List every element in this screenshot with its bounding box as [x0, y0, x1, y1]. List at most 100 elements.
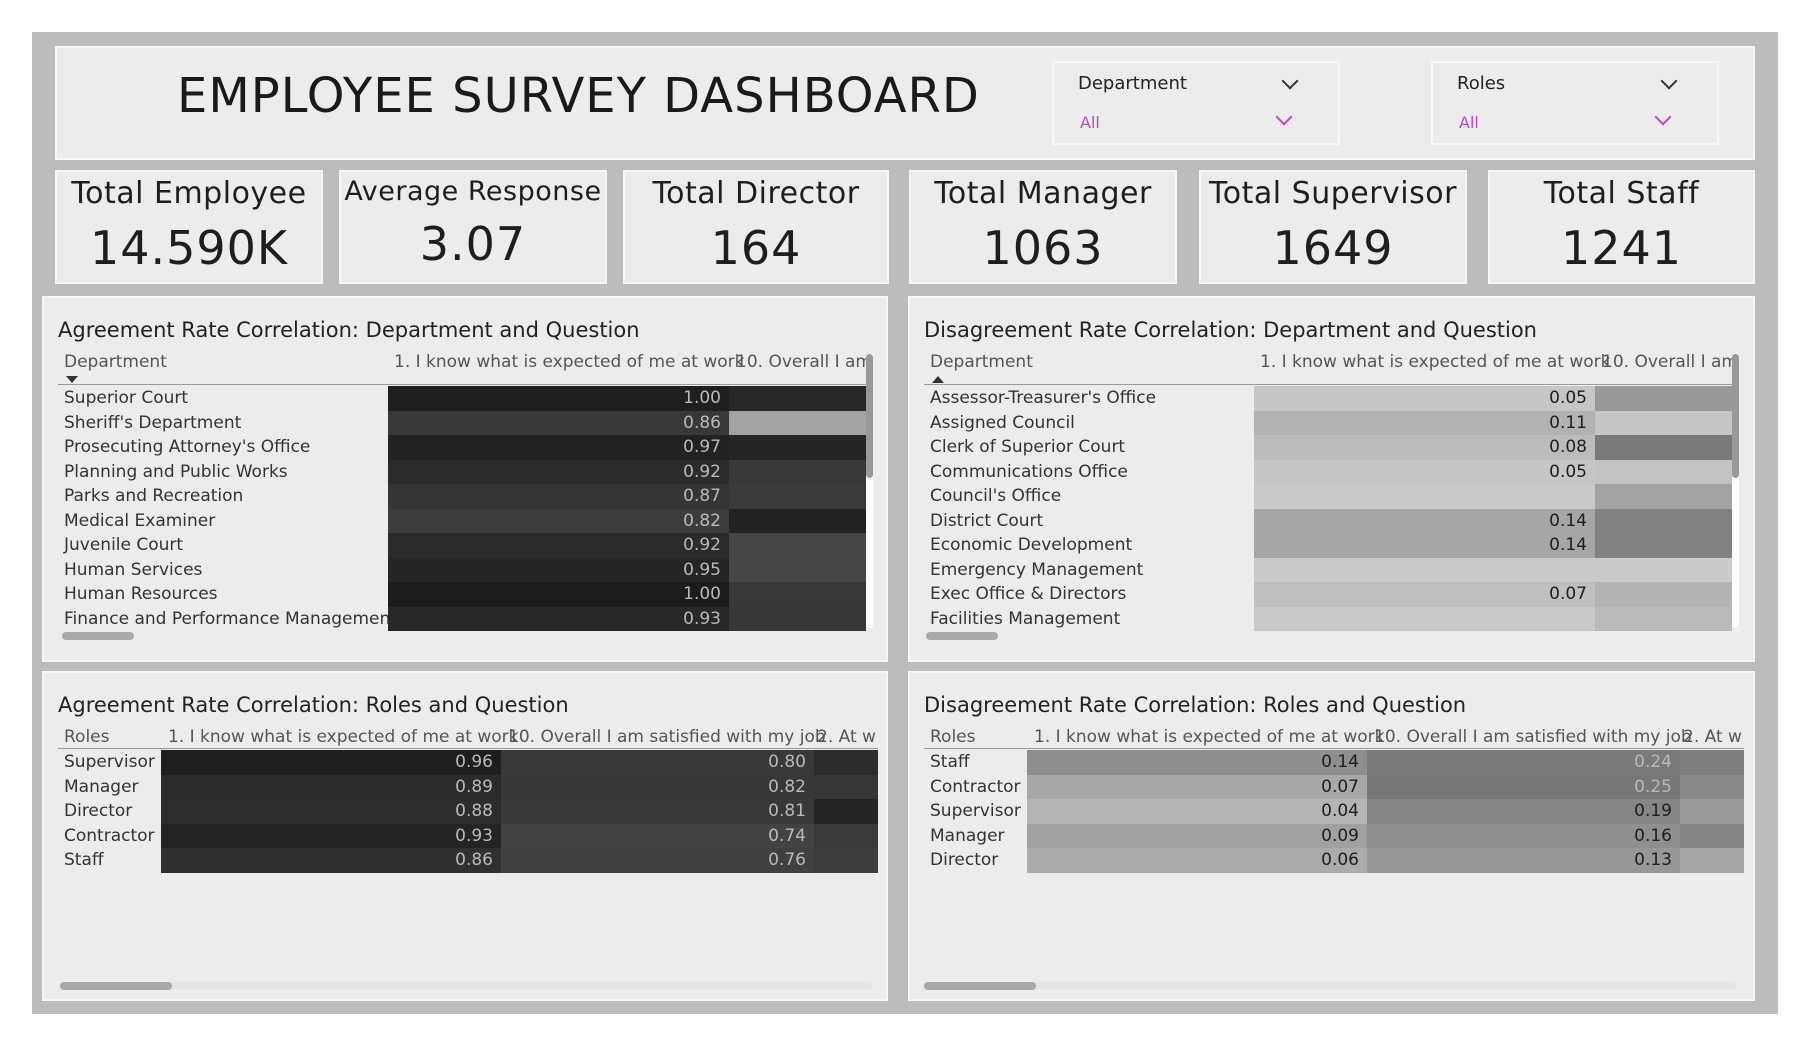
matrix-cell[interactable]: 0.08 [1254, 435, 1595, 460]
matrix-cell[interactable]: 0.86 [388, 410, 729, 435]
matrix-cell[interactable]: 0.11 [1254, 410, 1595, 435]
roles-slicer[interactable]: Roles All [1431, 61, 1719, 145]
column-header-roles[interactable]: Roles [930, 727, 976, 747]
matrix-cell[interactable]: 0.86 [161, 848, 501, 873]
matrix-cell[interactable]: 0.14 [1254, 533, 1595, 558]
column-header-roles[interactable]: Roles [64, 727, 110, 747]
matrix-cell[interactable]: 0.19 [1367, 799, 1680, 824]
matrix-cell[interactable]: 0.93 [161, 823, 501, 848]
matrix-cell[interactable]: 0.04 [1027, 799, 1367, 824]
matrix-cell[interactable] [1680, 848, 1744, 873]
matrix-cell[interactable]: 0.05 [1254, 459, 1595, 484]
matrix-cell[interactable]: 0.05 [1254, 386, 1595, 411]
matrix-cell[interactable]: 0.24 [1367, 750, 1680, 775]
matrix-cell[interactable]: 0.14 [1254, 508, 1595, 533]
horizontal-scrollbar-thumb[interactable] [60, 982, 172, 990]
matrix-cell[interactable]: 0.92 [388, 459, 729, 484]
column-header-question-10[interactable]: 10. Overall I am [736, 352, 866, 372]
horizontal-scrollbar[interactable] [924, 982, 1736, 990]
department-slicer[interactable]: Department All [1052, 61, 1340, 145]
matrix-cell[interactable]: 0.82 [388, 508, 729, 533]
matrix-cell[interactable] [1595, 435, 1732, 460]
chevron-down-icon[interactable] [1654, 108, 1672, 126]
matrix-cell[interactable] [1595, 508, 1732, 533]
matrix-cell[interactable] [729, 582, 866, 607]
matrix-cell[interactable] [1680, 774, 1744, 799]
matrix-cell[interactable]: 0.95 [388, 557, 729, 582]
matrix-cell[interactable] [1595, 606, 1732, 631]
department-slicer-value[interactable]: All [1080, 113, 1100, 132]
matrix-cell[interactable]: 0.81 [501, 799, 814, 824]
vertical-scrollbar-thumb[interactable] [1732, 354, 1739, 478]
matrix-cell[interactable] [1595, 557, 1732, 582]
matrix-cell[interactable] [729, 459, 866, 484]
matrix-cell[interactable]: 0.82 [501, 774, 814, 799]
matrix-cell[interactable]: 0.06 [1027, 848, 1367, 873]
matrix-cell[interactable]: 0.96 [161, 750, 501, 775]
matrix-cell[interactable]: 1.00 [388, 582, 729, 607]
matrix-cell[interactable] [729, 386, 866, 411]
horizontal-scrollbar-thumb[interactable] [926, 632, 998, 640]
matrix-cell[interactable]: 0.76 [501, 848, 814, 873]
sort-descending-icon[interactable] [66, 376, 78, 383]
vertical-scrollbar-thumb[interactable] [866, 354, 873, 478]
matrix-cell[interactable] [729, 606, 866, 631]
column-header-question-2[interactable]: 2. At wo [817, 727, 877, 747]
matrix-cell[interactable]: 0.07 [1027, 774, 1367, 799]
matrix-cell[interactable]: 0.97 [388, 435, 729, 460]
matrix-cell[interactable] [729, 533, 866, 558]
matrix-cell[interactable] [1254, 557, 1595, 582]
column-header-department[interactable]: Department [930, 352, 1033, 372]
matrix-cell[interactable] [1680, 799, 1744, 824]
matrix-cell[interactable] [814, 750, 878, 775]
column-header-question-10[interactable]: 10. Overall I am satisfied with my job [508, 727, 826, 747]
column-header-department[interactable]: Department [64, 352, 167, 372]
sort-ascending-icon[interactable] [932, 376, 944, 383]
column-header-question-10[interactable]: 10. Overall I am satisfied with my job [1374, 727, 1692, 747]
column-header-question-1[interactable]: 1. I know what is expected of me at work [1034, 727, 1385, 747]
matrix-cell[interactable]: 0.92 [388, 533, 729, 558]
matrix-cell[interactable]: 0.14 [1027, 750, 1367, 775]
matrix-cell[interactable] [1680, 823, 1744, 848]
horizontal-scrollbar[interactable] [60, 982, 872, 990]
chevron-down-icon[interactable] [1275, 108, 1293, 126]
matrix-cell[interactable] [1595, 582, 1732, 607]
matrix-cell[interactable]: 0.87 [388, 484, 729, 509]
matrix-cell[interactable] [814, 823, 878, 848]
matrix-cell[interactable] [814, 799, 878, 824]
matrix-cell[interactable] [729, 435, 866, 460]
matrix-cell[interactable]: 0.13 [1367, 848, 1680, 873]
matrix-cell[interactable] [1595, 484, 1732, 509]
matrix-cell[interactable]: 1.00 [388, 386, 729, 411]
matrix-cell[interactable] [1254, 484, 1595, 509]
matrix-cell[interactable]: 0.25 [1367, 774, 1680, 799]
roles-slicer-value[interactable]: All [1459, 113, 1479, 132]
matrix-cell[interactable]: 0.88 [161, 799, 501, 824]
matrix-cell[interactable] [1595, 410, 1732, 435]
matrix-cell[interactable] [1595, 459, 1732, 484]
matrix-cell[interactable] [1680, 750, 1744, 775]
column-header-question-10[interactable]: 10. Overall I am [1602, 352, 1732, 372]
chevron-down-icon[interactable] [1281, 72, 1299, 90]
matrix-cell[interactable]: 0.89 [161, 774, 501, 799]
matrix-cell[interactable] [814, 774, 878, 799]
matrix-cell[interactable]: 0.93 [388, 606, 729, 631]
matrix-cell[interactable] [1595, 386, 1732, 411]
column-header-question-1[interactable]: 1. I know what is expected of me at work [394, 352, 745, 372]
matrix-cell[interactable] [1254, 606, 1595, 631]
matrix-cell[interactable]: 0.80 [501, 750, 814, 775]
chevron-down-icon[interactable] [1660, 72, 1678, 90]
matrix-cell[interactable]: 0.09 [1027, 823, 1367, 848]
matrix-cell[interactable]: 0.16 [1367, 823, 1680, 848]
column-header-question-1[interactable]: 1. I know what is expected of me at work [168, 727, 519, 747]
matrix-cell[interactable] [729, 410, 866, 435]
horizontal-scrollbar-thumb[interactable] [62, 632, 134, 640]
matrix-cell[interactable] [729, 508, 866, 533]
matrix-cell[interactable] [1595, 533, 1732, 558]
matrix-cell[interactable]: 0.74 [501, 823, 814, 848]
column-header-question-1[interactable]: 1. I know what is expected of me at work [1260, 352, 1611, 372]
column-header-question-2[interactable]: 2. At wo [1683, 727, 1743, 747]
matrix-cell[interactable] [814, 848, 878, 873]
matrix-cell[interactable]: 0.07 [1254, 582, 1595, 607]
matrix-cell[interactable] [729, 484, 866, 509]
